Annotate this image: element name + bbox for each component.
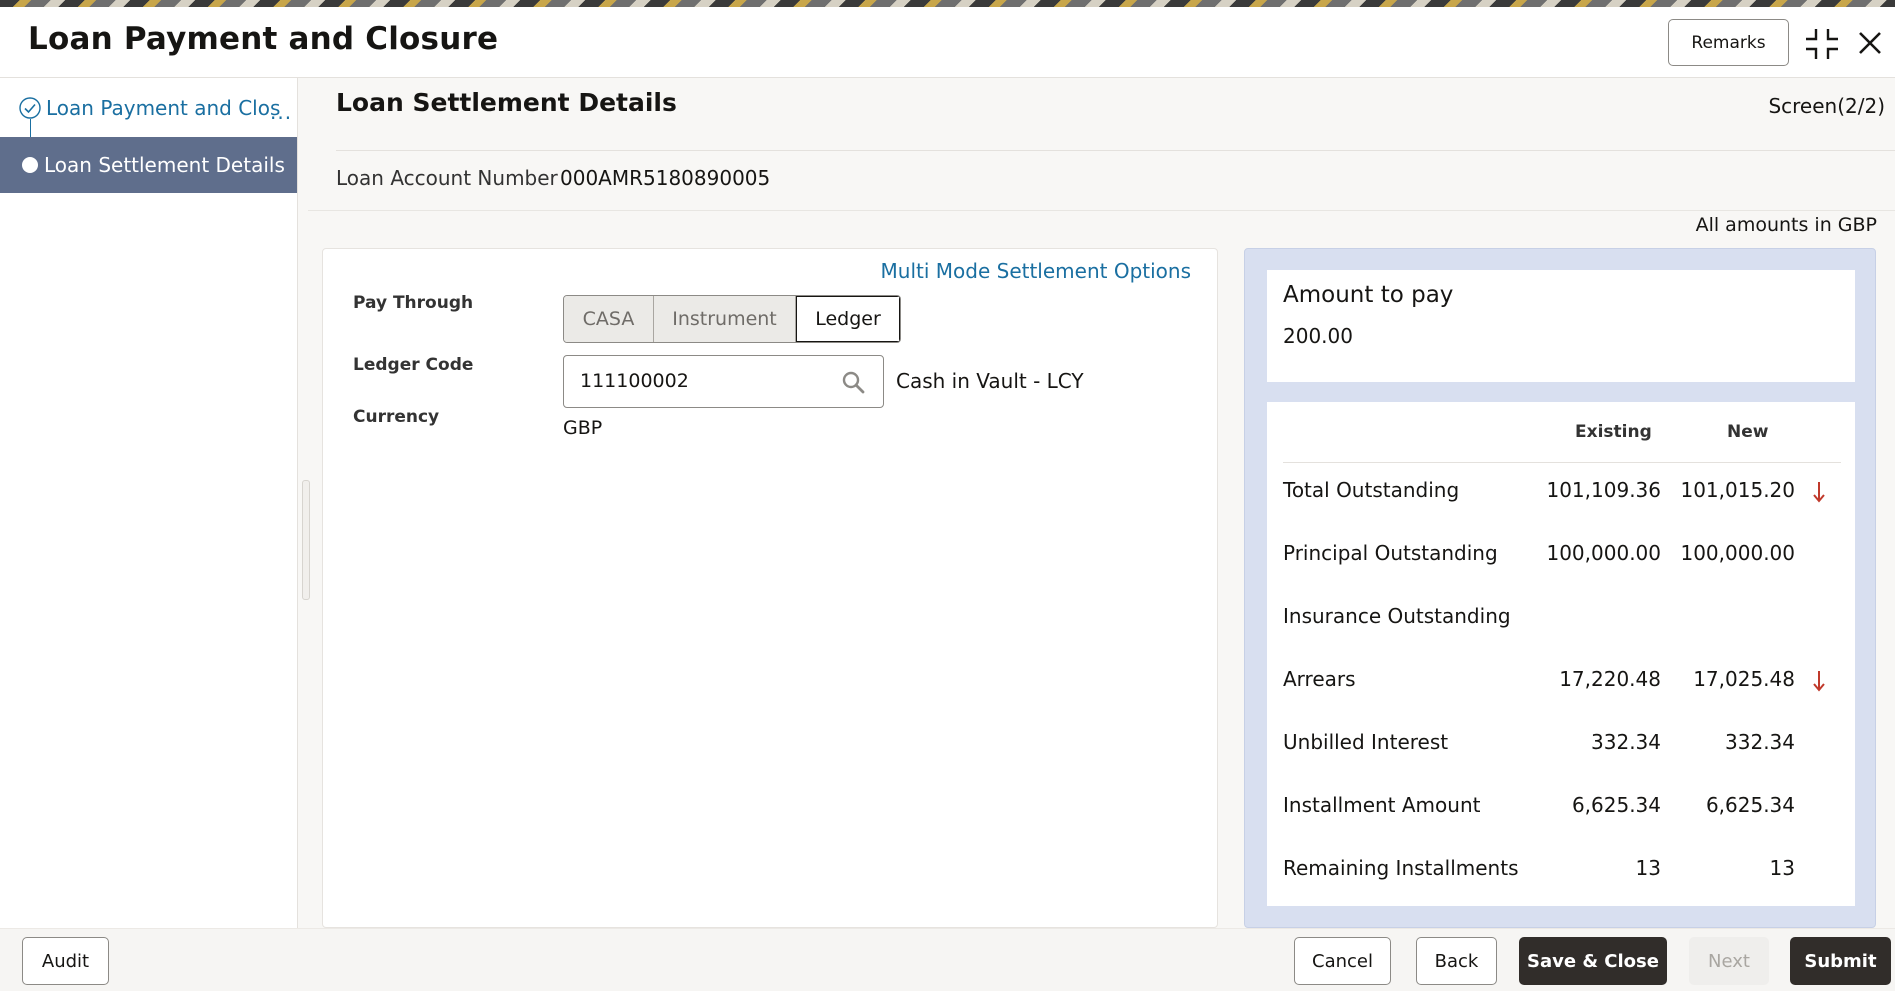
sidebar-item-label: Loan Settlement Details [44,153,285,177]
sidebar-item-label: Loan Payment and Clos [46,96,281,120]
ledger-code-input[interactable]: 111100002 [563,355,884,408]
pay-through-label: Pay Through [353,293,474,313]
save-and-close-button[interactable]: Save & Close [1519,937,1667,985]
pay-through-option-casa[interactable]: CASA [564,296,654,342]
train-stop-nav: Loan Payment and Clos ... Loan Settlemen… [0,78,298,928]
table-row: Remaining Installments 13 13 [1267,848,1855,888]
table-row: Unbilled Interest 332.34 332.34 [1267,722,1855,762]
existing-value: 100,000.00 [1546,541,1661,565]
ledger-code-description: Cash in Vault - LCY [896,369,1084,393]
table-row: Installment Amount 6,625.34 6,625.34 [1267,785,1855,825]
header-decorative-strip [0,0,1895,7]
row-label: Principal Outstanding [1283,541,1498,565]
title-bar: Loan Payment and Closure Remarks [0,7,1895,78]
close-icon[interactable] [1856,29,1884,57]
amounts-currency-note: All amounts in GBP [1695,214,1877,236]
footer-toolbar: Audit Cancel Back Save & Close Next Subm… [0,928,1895,991]
new-value: 17,025.48 [1693,667,1795,691]
amount-to-pay-card: Amount to pay 200.00 [1267,270,1855,382]
column-header-new: New [1727,422,1769,442]
ledger-code-value: 111100002 [580,370,689,392]
decrease-arrow-icon [1813,482,1825,503]
decrease-arrow-icon [1813,671,1825,692]
ledger-code-label: Ledger Code [353,355,474,375]
step-connector [30,119,31,139]
loan-account-label: Loan Account Number [336,166,558,190]
section-title: Loan Settlement Details [336,88,677,117]
main-content: Loan Settlement Details Screen(2/2) Loan… [298,78,1895,928]
divider [336,150,1895,151]
collapse-icon[interactable] [1806,27,1838,61]
column-header-existing: Existing [1575,422,1652,442]
existing-value: 6,625.34 [1571,793,1661,817]
existing-value: 332.34 [1591,730,1661,754]
submit-button[interactable]: Submit [1790,937,1891,985]
screen-indicator: Screen(2/2) [1768,94,1885,118]
settlement-summary-panel: Amount to pay 200.00 Existing New Total … [1244,248,1876,928]
new-value: 13 [1769,856,1795,880]
table-row: Total Outstanding 101,109.36 101,015.20 [1267,470,1855,510]
header-divider [1283,462,1841,463]
divider [308,210,1895,211]
pay-through-option-instrument[interactable]: Instrument [654,296,796,342]
truncation-ellipsis: ... [270,100,293,124]
current-step-dot-icon [22,157,38,173]
existing-value: 17,220.48 [1559,667,1661,691]
row-label: Total Outstanding [1283,478,1460,502]
outstanding-comparison-table: Existing New Total Outstanding 101,109.36… [1267,402,1855,906]
sidebar-item-loan-payment-and-closure[interactable]: Loan Payment and Clos [18,88,293,128]
pay-through-option-ledger[interactable]: Ledger [796,296,900,342]
payment-mode-panel: Multi Mode Settlement Options Pay Throug… [322,248,1218,928]
table-row: Arrears 17,220.48 17,025.48 [1267,659,1855,699]
row-label: Insurance Outstanding [1283,604,1511,628]
existing-value: 13 [1635,856,1661,880]
row-label: Unbilled Interest [1283,730,1449,754]
table-row: Principal Outstanding 100,000.00 100,000.0… [1267,533,1855,573]
next-button[interactable]: Next [1689,937,1769,985]
cancel-button[interactable]: Cancel [1294,937,1391,985]
sidebar-item-loan-settlement-details[interactable]: Loan Settlement Details [0,137,297,193]
remarks-button[interactable]: Remarks [1668,19,1789,66]
back-button[interactable]: Back [1416,937,1497,985]
search-icon[interactable] [841,370,865,394]
window-title: Loan Payment and Closure [28,21,499,57]
amount-to-pay-value: 200.00 [1283,324,1353,348]
row-label: Installment Amount [1283,793,1481,817]
check-circle-icon [19,97,41,119]
new-value: 100,000.00 [1680,541,1795,565]
new-value: 332.34 [1725,730,1795,754]
new-value: 101,015.20 [1680,478,1795,502]
currency-label: Currency [353,407,440,427]
panel-resize-handle[interactable] [302,480,310,600]
row-label: Remaining Installments [1283,856,1519,880]
multi-mode-settlement-link[interactable]: Multi Mode Settlement Options [881,259,1191,283]
table-row: Insurance Outstanding [1267,596,1855,636]
existing-value: 101,109.36 [1546,478,1661,502]
pay-through-selector: CASA Instrument Ledger [563,295,901,343]
currency-value: GBP [563,417,603,439]
row-label: Arrears [1283,667,1356,691]
amount-to-pay-title: Amount to pay [1283,282,1454,308]
new-value: 6,625.34 [1705,793,1795,817]
audit-button[interactable]: Audit [22,937,109,985]
loan-account-value: 000AMR5180890005 [560,166,771,190]
